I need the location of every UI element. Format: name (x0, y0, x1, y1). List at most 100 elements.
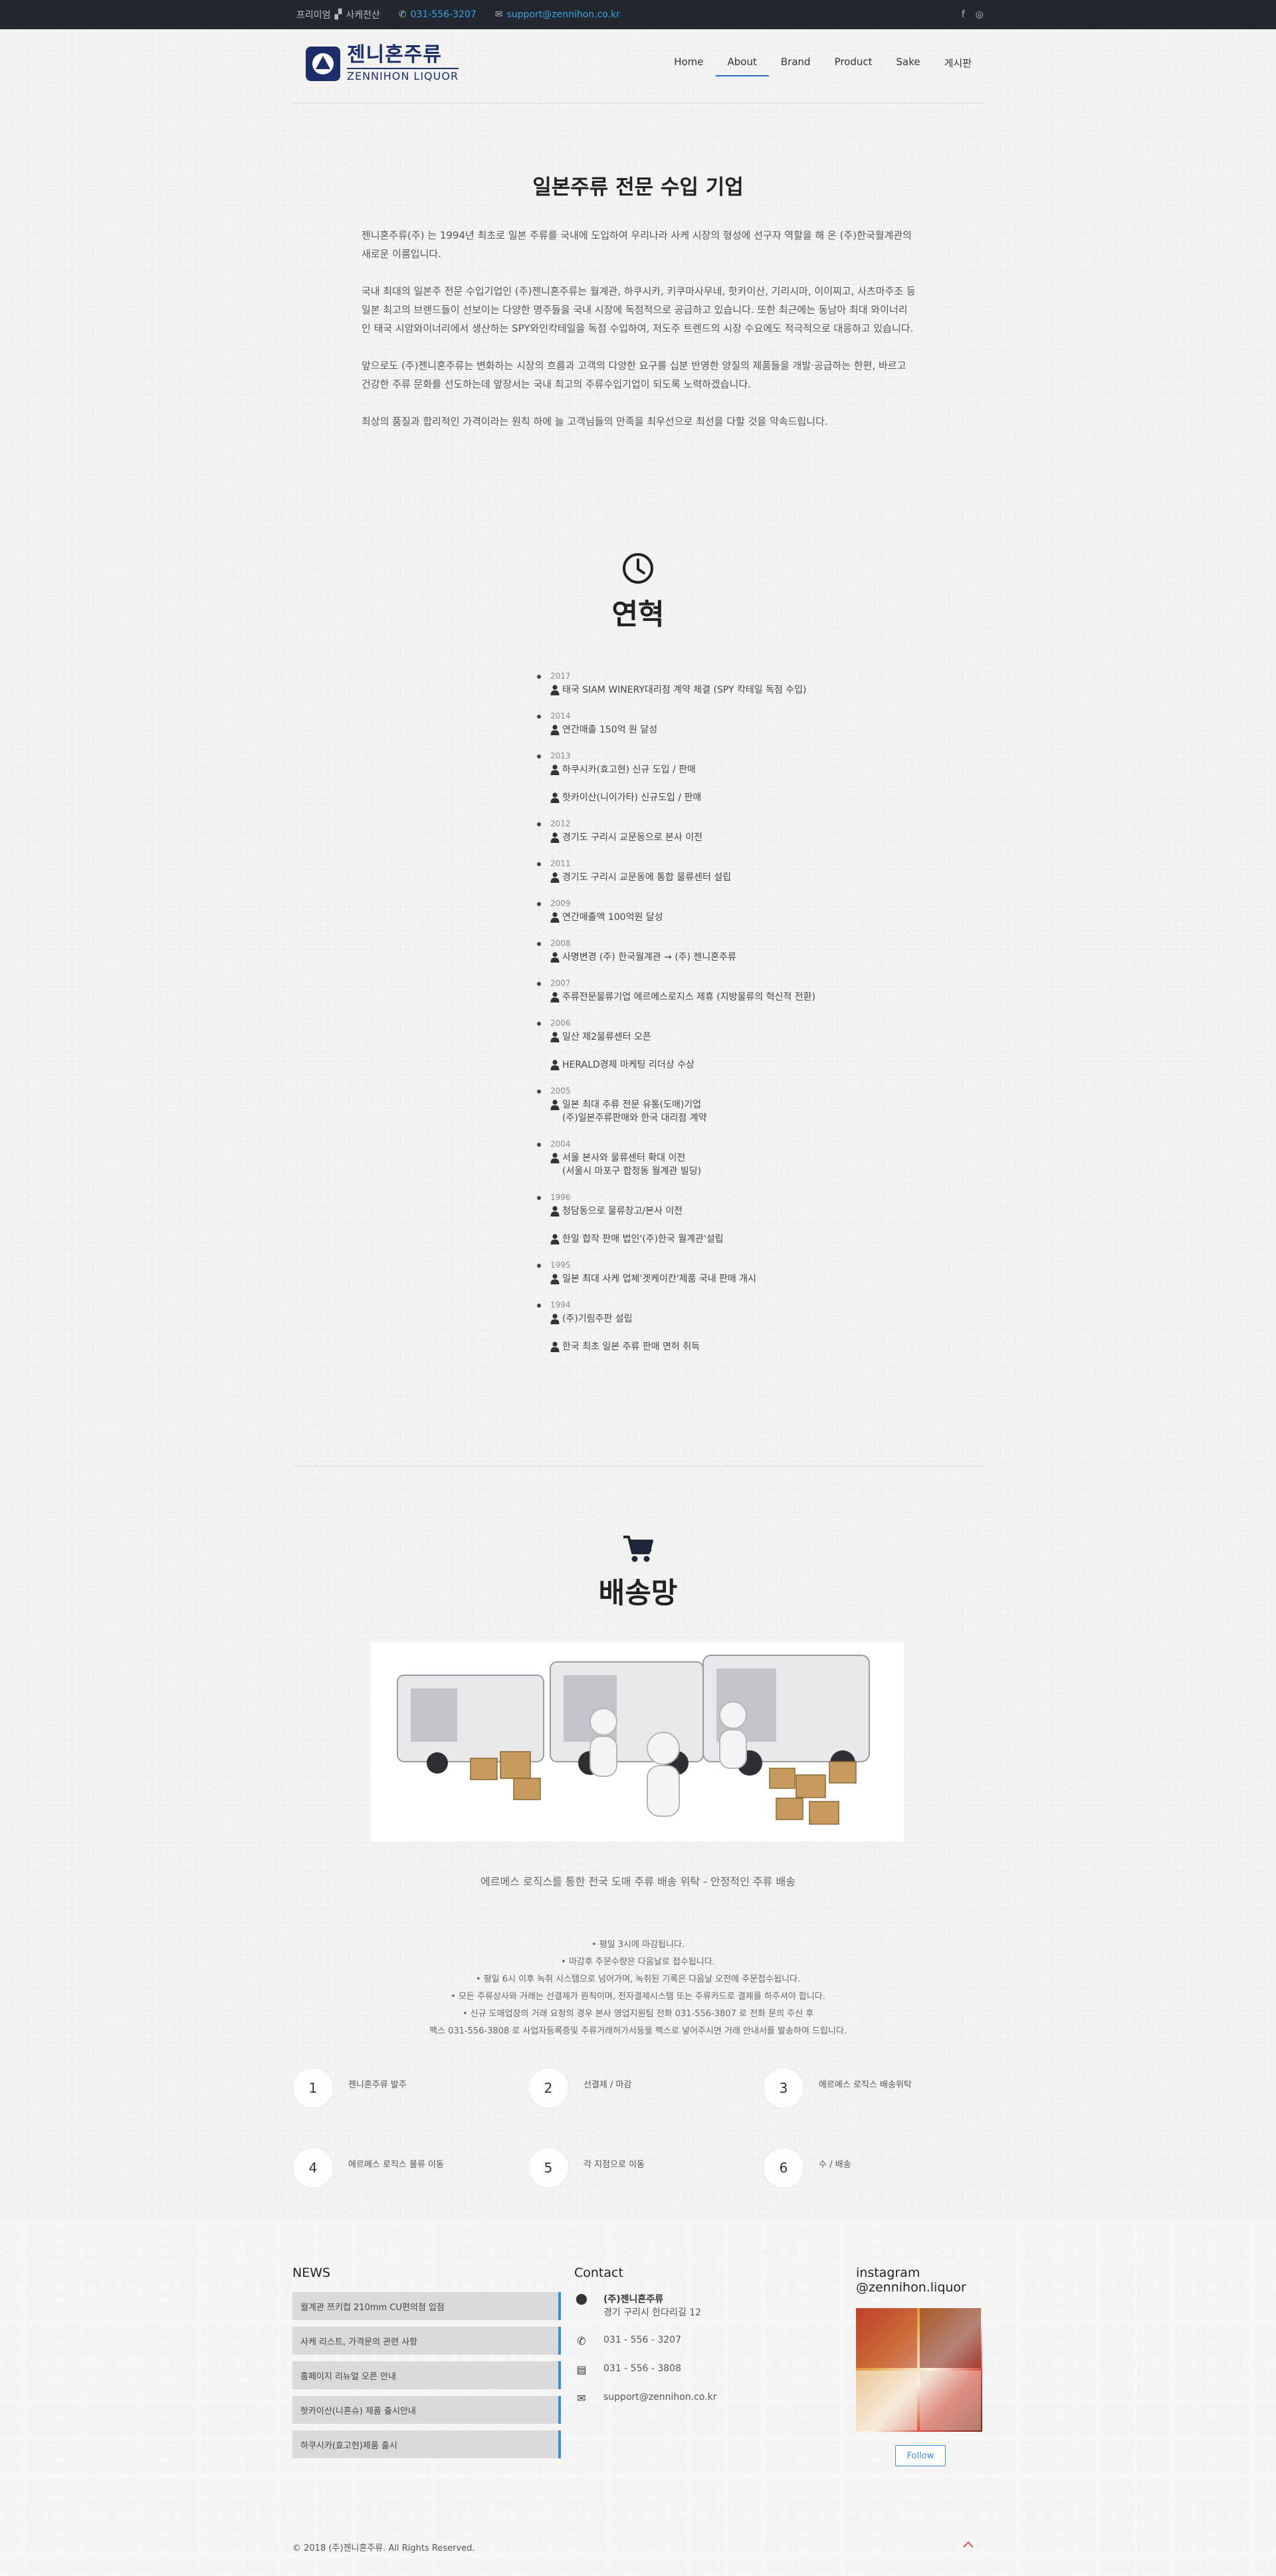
nav-brand[interactable]: Brand (769, 56, 823, 76)
timeline-event: 일본 최대 주류 전문 유통(도매)기업 (주)일본주류판매와 한국 대리점 계… (537, 1098, 962, 1125)
timeline-event-text: 일본 최대 주류 전문 유통(도매)기업 (주)일본주류판매와 한국 대리점 계… (562, 1100, 707, 1123)
timeline-event-text: 서울 본사와 물류센터 확대 이전 (서울시 마포구 합정동 월계관 빌딩) (562, 1153, 702, 1177)
nav-home[interactable]: Home (662, 56, 715, 76)
email-address[interactable]: support@zennihon.co.kr (603, 2392, 716, 2402)
user-icon (550, 872, 560, 883)
timeline-event: 한국 최초 일본 주류 판매 면허 취득 (537, 1340, 962, 1353)
step-item: 4 에르메스 로직스 물류 이동 (292, 2147, 512, 2188)
user-icon (550, 1314, 560, 1324)
company-name: (주)젠니혼주류 (603, 2294, 664, 2305)
scroll-to-top-icon[interactable] (961, 2538, 976, 2551)
step-item: 1 젠니혼주류 발주 (292, 2067, 512, 2109)
phone-item[interactable]: ✆ 031-556-3207 (395, 9, 477, 20)
step-number: 3 (763, 2067, 804, 2109)
timeline-year: 2014 (537, 711, 962, 723)
timeline-year: 1996 (537, 1193, 962, 1205)
timeline-event: 사명변경 (주) 한국월계관 → (주) 젠니혼주류 (537, 951, 962, 964)
timeline-year: 2012 (537, 819, 962, 831)
envelope-icon: ✉ (494, 9, 503, 20)
nav-product[interactable]: Product (823, 56, 885, 76)
logo-mark (306, 46, 340, 81)
facebook-icon[interactable]: f (962, 9, 965, 20)
phone-number[interactable]: 031 - 556 - 3207 (603, 2335, 681, 2345)
follow-button[interactable]: Follow (895, 2445, 946, 2466)
user-icon (550, 792, 560, 803)
news-list: 월계관 쯔키컵 210mm CU편의점 입점 사케 리스트, 가격문의 관련 사… (292, 2292, 561, 2465)
timeline-event-text: 연간매출 150억 원 달성 (562, 725, 658, 735)
timeline-event: 서울 본사와 물류센터 확대 이전 (서울시 마포구 합정동 월계관 빌딩) (537, 1151, 962, 1178)
nav-board[interactable]: 게시판 (932, 56, 984, 76)
logo-korean: 젠니혼주류 (347, 43, 442, 66)
logo-text: 젠니혼주류 ZENNIHON LIQUOR (347, 45, 459, 82)
language-label[interactable]: 프리미엄 (296, 8, 331, 21)
phone-link[interactable]: 031-556-3207 (411, 9, 477, 20)
delivery-note: • 마감후 주문수량은 다음날로 접수됩니다. (561, 1957, 715, 1967)
timeline-event-text: 사명변경 (주) 한국월계관 → (주) 젠니혼주류 (562, 952, 736, 963)
timeline-event: 연간매출 150억 원 달성 (537, 723, 962, 737)
timeline-event: 청담동으로 물류창고/본사 이전 (537, 1205, 962, 1218)
timeline-year: 2005 (537, 1086, 962, 1098)
logo-english: ZENNIHON LIQUOR (347, 68, 459, 82)
news-item[interactable]: 월계관 쯔키컵 210mm CU편의점 입점 (292, 2292, 561, 2320)
instagram-handle[interactable]: @zennihon.liquor (856, 2280, 966, 2295)
email-link[interactable]: support@zennihon.co.kr (507, 9, 620, 20)
contact-email: ✉ support@zennihon.co.kr (574, 2392, 727, 2404)
site-header: 젠니혼주류 ZENNIHON LIQUOR Home About Brand P… (292, 29, 984, 104)
user-icon (550, 1274, 560, 1284)
history-title: 연혁 (611, 598, 665, 632)
news-item[interactable]: 홈페이지 리뉴얼 오픈 안내 (292, 2361, 561, 2389)
timeline-event: 태국 SIAM WINERY대리점 계약 체결 (SPY 칵테일 독점 수입) (537, 683, 962, 697)
delivery-heading: 배송망 (0, 1534, 1276, 1611)
instagram-feed-image[interactable] (856, 2308, 982, 2432)
company-address: 경기 구리시 한다리길 12 (603, 2307, 702, 2318)
step-label: 젠니혼주류 발주 (348, 2079, 407, 2090)
timeline-event-text: 핫카이산(니이가타) 신규도입 / 판매 (562, 792, 702, 803)
email-item[interactable]: ✉ support@zennihon.co.kr (491, 9, 620, 20)
timeline-event: 경기도 구리시 교문동으로 본사 이전 (537, 831, 962, 844)
user-icon (550, 1153, 560, 1163)
envelope-icon: ✉ (577, 2392, 586, 2404)
timeline-event: 경기도 구리시 교문동에 통합 물류센터 설립 (537, 871, 962, 884)
timeline-event: (주)기림주판 설립 (537, 1312, 962, 1326)
top-bar: 프리미엄 ▞ 사케전산 ✆ 031-556-3207 ✉ support@zen… (0, 0, 1276, 29)
timeline-year: 2006 (537, 1018, 962, 1030)
timeline-event: 일본 최대 사케 업체'겟케이칸'제품 국내 판매 개시 (537, 1272, 962, 1286)
contact-info: ⬤ (주)젠니혼주류 경기 구리시 한다리길 12 ✆ 031 - 556 - … (574, 2292, 727, 2420)
delivery-notes: • 평일 3시에 마감됩니다. • 마감후 주문수량은 다음날로 접수됩니다. … (0, 1936, 1276, 2040)
user-icon (550, 1206, 560, 1217)
timeline-year: 2013 (537, 751, 962, 763)
step-item: 6 수 / 배송 (763, 2147, 982, 2188)
timeline-event-text: 한일 합작 판매 법인'(주)한국 월계관'설립 (562, 1234, 724, 1244)
clock-icon (621, 552, 655, 588)
fax-number: 031 - 556 - 3808 (603, 2363, 681, 2374)
news-item[interactable]: 하쿠시카(효고현)제품 출시 (292, 2430, 561, 2458)
timeline-year: 1994 (537, 1300, 962, 1312)
step-item: 5 각 지점으로 이동 (528, 2147, 747, 2188)
nav-sake[interactable]: Sake (885, 56, 932, 76)
delivery-caption: 에르메스 로직스를 통한 전국 도매 주류 배송 위탁 - 안정적인 주류 배송 (480, 1875, 796, 1888)
timeline-event: 핫카이산(니이가타) 신규도입 / 판매 (537, 791, 962, 804)
news-item[interactable]: 사케 리스트, 가격문의 관련 사항 (292, 2327, 561, 2355)
user-icon (550, 952, 560, 963)
logo[interactable]: 젠니혼주류 ZENNIHON LIQUOR (306, 45, 459, 82)
instagram-icon[interactable]: ◎ (976, 9, 984, 20)
intro-paragraph: 국내 최대의 일본주 전문 수입기업인 (주)젠니혼주류는 월계관, 하쿠시카,… (362, 285, 916, 334)
step-label: 에르메스 로직스 물류 이동 (348, 2159, 444, 2170)
timeline-event: 한일 합작 판매 법인'(주)한국 월계관'설립 (537, 1232, 962, 1246)
contact-fax: ▤ 031 - 556 - 3808 (574, 2363, 727, 2376)
user-icon (550, 1060, 560, 1070)
user-icon (550, 1032, 560, 1042)
nav-about[interactable]: About (715, 56, 769, 76)
timeline-event-text: 연간매출액 100억원 달성 (562, 912, 663, 923)
language-item[interactable]: 프리미엄 ▞ 사케전산 (292, 8, 380, 21)
shopping-cart-icon (622, 1534, 654, 1566)
timeline-year: 2008 (537, 939, 962, 951)
delivery-note: 팩스 031-556-3808 로 사업자등록증및 주류거래허가서등을 팩스로 … (429, 2026, 847, 2036)
delivery-title: 배송망 (598, 1577, 678, 1610)
news-item[interactable]: 핫카이산(니혼슈) 제품 출시안내 (292, 2396, 561, 2424)
step-label: 에르메스 로직스 배송위탁 (819, 2079, 912, 2090)
step-label: 선결제 / 마감 (584, 2079, 632, 2090)
notice-label[interactable]: 사케전산 (346, 8, 380, 21)
timeline-event-text: 경기도 구리시 교문동으로 본사 이전 (562, 832, 702, 843)
step-item: 2 선결제 / 마감 (528, 2067, 747, 2109)
